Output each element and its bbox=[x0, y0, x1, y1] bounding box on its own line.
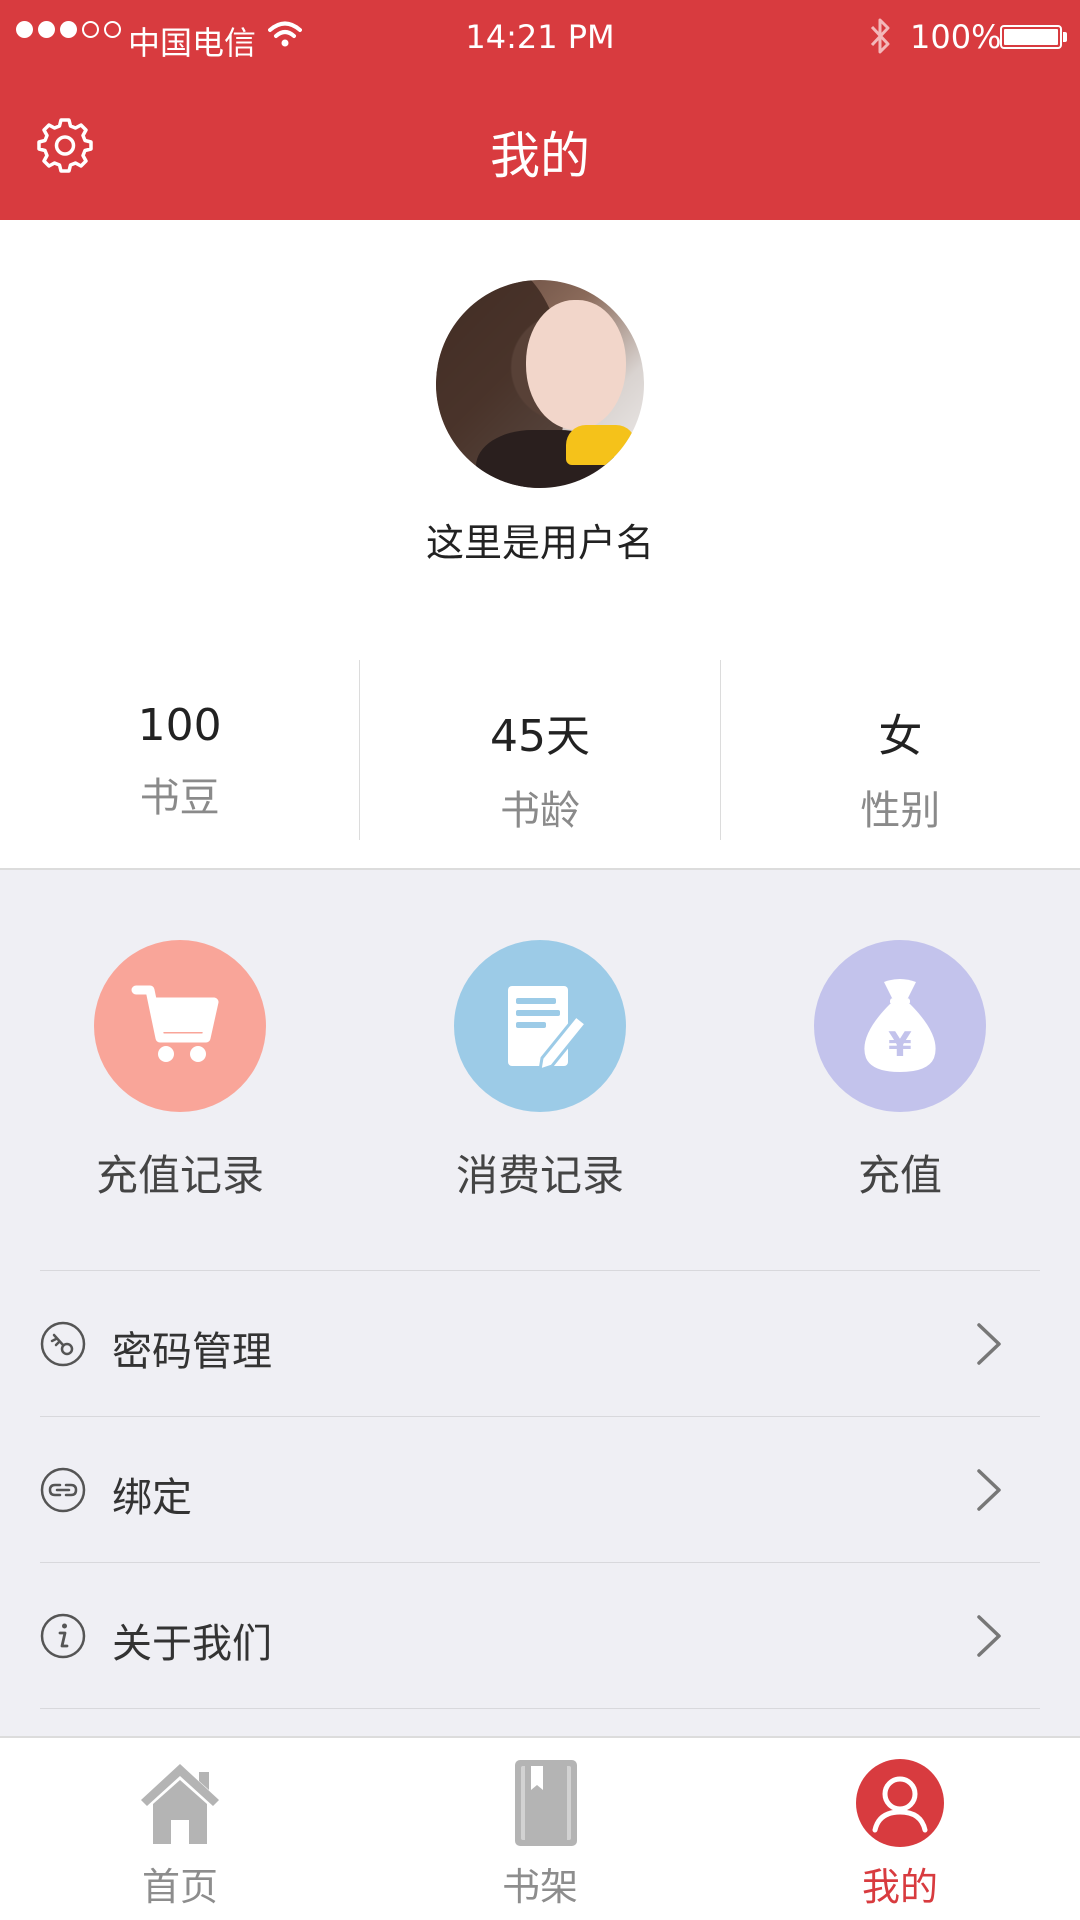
shortcut-label: 充值 bbox=[857, 1151, 942, 1200]
header: 我的 bbox=[0, 78, 1080, 220]
battery-percent: 100% bbox=[910, 18, 1002, 56]
battery-icon bbox=[1000, 25, 1062, 49]
info-icon bbox=[40, 1613, 86, 1659]
menu-item-password[interactable]: 密码管理 bbox=[40, 1271, 1040, 1416]
tab-label: 首页 bbox=[141, 1865, 218, 1909]
stat-value: 100 bbox=[137, 700, 222, 751]
shortcut-icon-bg bbox=[454, 940, 626, 1112]
menu-label: 密码管理 bbox=[112, 1329, 272, 1375]
stat-value: 女 bbox=[878, 711, 923, 762]
recharge-button[interactable]: ¥ 充值 bbox=[720, 870, 1080, 1270]
shortcut-label: 充值记录 bbox=[95, 1151, 264, 1200]
menu-item-about[interactable]: 关于我们 bbox=[40, 1563, 1040, 1708]
shortcut-icon-bg bbox=[94, 940, 266, 1112]
avatar[interactable] bbox=[436, 280, 644, 488]
tab-home[interactable]: 首页 bbox=[0, 1738, 360, 1920]
chevron-right-icon bbox=[977, 1615, 1001, 1657]
stat-book-age: 45天 书龄 bbox=[359, 660, 719, 840]
home-icon bbox=[141, 1764, 219, 1844]
key-icon bbox=[40, 1321, 86, 1367]
status-bar: 中国电信 14:21 PM 100% bbox=[0, 0, 1080, 78]
consumption-record-button[interactable]: 消费记录 bbox=[360, 870, 720, 1270]
tab-mine[interactable]: 我的 bbox=[720, 1738, 1080, 1920]
menu-item-binding[interactable]: 绑定 bbox=[40, 1417, 1040, 1562]
page-title: 我的 bbox=[490, 127, 590, 185]
user-icon bbox=[856, 1759, 944, 1847]
stat-label: 书豆 bbox=[139, 775, 220, 821]
menu-label: 绑定 bbox=[112, 1475, 192, 1521]
menu-label: 关于我们 bbox=[112, 1621, 272, 1667]
chevron-right-icon bbox=[977, 1469, 1001, 1511]
shopping-cart-icon bbox=[131, 985, 219, 1062]
stat-gender: 女 性别 bbox=[719, 660, 1080, 840]
stat-value: 45天 bbox=[489, 711, 590, 762]
tab-bar: 首页 书架 我的 bbox=[0, 1736, 1080, 1920]
tab-label: 书架 bbox=[501, 1865, 578, 1909]
stat-book-beans: 100 书豆 bbox=[0, 660, 359, 840]
profile-card: 这里是用户名 100 书豆 45天 书龄 女 性别 bbox=[0, 220, 1080, 870]
shortcut-label: 消费记录 bbox=[455, 1151, 624, 1200]
chevron-right-icon bbox=[977, 1323, 1001, 1365]
recharge-record-button[interactable]: 充值记录 bbox=[0, 870, 360, 1270]
tab-bookshelf[interactable]: 书架 bbox=[360, 1738, 720, 1920]
divider bbox=[40, 1708, 1040, 1709]
bluetooth-icon bbox=[870, 18, 890, 54]
tab-label: 我的 bbox=[861, 1865, 938, 1909]
settings-menu: 密码管理 绑定 关于我们 bbox=[40, 1270, 1040, 1709]
shortcut-icon-bg: ¥ bbox=[814, 940, 986, 1112]
link-icon bbox=[40, 1467, 86, 1513]
note-pencil-icon bbox=[508, 986, 589, 1073]
username: 这里是用户名 bbox=[425, 521, 654, 565]
stat-label: 性别 bbox=[860, 788, 941, 834]
stats-row: 100 书豆 45天 书龄 女 性别 bbox=[0, 660, 1080, 840]
stat-label: 书龄 bbox=[499, 788, 580, 834]
money-bag-icon: ¥ bbox=[864, 979, 936, 1072]
shortcuts: 充值记录 消费记录 ¥ 充值 bbox=[0, 870, 1080, 1270]
svg-text:¥: ¥ bbox=[888, 1025, 912, 1065]
bookshelf-icon bbox=[515, 1760, 577, 1846]
